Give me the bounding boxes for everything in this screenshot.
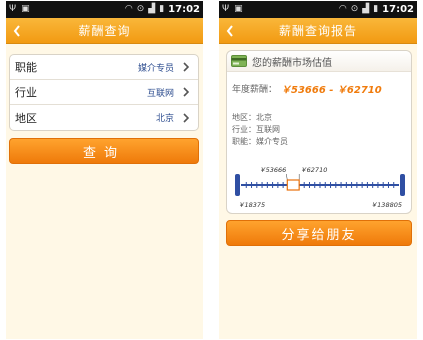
position-row[interactable]: 职能 媒介专员 bbox=[10, 55, 198, 80]
signal-icon: ▟ bbox=[362, 4, 370, 14]
scale-min-label: ￥18375 bbox=[238, 201, 265, 209]
back-button[interactable] bbox=[10, 18, 24, 44]
report-card: 您的薪酬市场估值 年度薪酬： ￥53666 - ￥62710 地区：北京 行业：… bbox=[226, 50, 412, 214]
card-icon bbox=[231, 55, 247, 67]
query-button[interactable]: 查询 bbox=[9, 138, 199, 164]
alarm-icon: ⊙ bbox=[136, 4, 145, 14]
region-label: 地区 bbox=[15, 111, 37, 125]
clock: 17:02 bbox=[382, 4, 414, 15]
report-card-header: 您的薪酬市场估值 bbox=[227, 51, 411, 72]
position-label: 职能 bbox=[15, 61, 37, 74]
battery-icon: ▮ bbox=[373, 4, 379, 14]
status-bar: Ψ ▣ ◠ ⊙ ▟ ▮ 17:02 bbox=[219, 1, 417, 18]
annual-salary-range: ￥53666 - ￥62710 bbox=[281, 85, 382, 96]
region-value: 北京 bbox=[155, 114, 174, 124]
share-button[interactable]: 分享给朋友 bbox=[226, 220, 412, 246]
chevron-right-icon bbox=[180, 61, 192, 73]
low-leader-line bbox=[286, 173, 288, 181]
usb-icon: Ψ bbox=[222, 4, 230, 14]
scale-low-label: ￥53666 bbox=[259, 166, 286, 174]
annual-salary: 年度薪酬： ￥53666 - ￥62710 bbox=[232, 81, 382, 96]
query-form: 职能 媒介专员 行业 互联网 地区 北京 bbox=[9, 54, 199, 131]
wifi-icon: ◠ bbox=[124, 4, 133, 14]
page-title: 薪酬查询 bbox=[78, 24, 131, 38]
chevron-left-icon bbox=[226, 25, 233, 37]
usb-icon: Ψ bbox=[9, 4, 17, 14]
scale-track bbox=[235, 173, 405, 196]
position-value: 媒介专员 bbox=[137, 63, 174, 74]
report-card-title: 您的薪酬市场估值 bbox=[252, 57, 332, 69]
annual-salary-label: 年度薪酬： bbox=[232, 85, 278, 95]
android-icon: ▣ bbox=[21, 4, 30, 14]
industry-value: 互联网 bbox=[146, 88, 174, 99]
region-detail: 地区：北京 bbox=[232, 113, 272, 122]
wifi-icon: ◠ bbox=[338, 4, 347, 14]
title-bar: 薪酬查询 bbox=[6, 18, 203, 44]
salary-query-screen: Ψ ▣ ◠ ⊙ ▟ ▮ 17:02 薪酬查询 职能 媒介专员 行业 互联网 地区 bbox=[6, 1, 203, 339]
industry-row[interactable]: 行业 互联网 bbox=[10, 80, 198, 105]
industry-detail: 行业：互联网 bbox=[232, 125, 280, 134]
page-title: 薪酬查询报告 bbox=[278, 24, 357, 38]
battery-icon: ▮ bbox=[159, 4, 165, 14]
salary-range-marker bbox=[286, 179, 300, 191]
back-button[interactable] bbox=[223, 18, 237, 44]
industry-label: 行业 bbox=[15, 86, 37, 99]
chevron-right-icon bbox=[180, 86, 192, 98]
scale-left-cap bbox=[235, 174, 240, 196]
salary-report-screen: Ψ ▣ ◠ ⊙ ▟ ▮ 17:02 薪酬查询报告 您的薪酬市场估值 年度薪酬： bbox=[219, 1, 417, 339]
alarm-icon: ⊙ bbox=[350, 4, 359, 14]
region-row[interactable]: 地区 北京 bbox=[10, 105, 198, 130]
status-bar: Ψ ▣ ◠ ⊙ ▟ ▮ 17:02 bbox=[6, 1, 203, 18]
position-detail: 职能：媒介专员 bbox=[232, 137, 288, 146]
scale-right-cap bbox=[400, 174, 405, 196]
clock: 17:02 bbox=[168, 4, 200, 15]
report-details: 地区：北京 行业：互联网 职能：媒介专员 bbox=[232, 112, 288, 148]
title-bar: 薪酬查询报告 bbox=[219, 18, 417, 44]
chevron-left-icon bbox=[13, 25, 20, 37]
android-icon: ▣ bbox=[234, 4, 243, 14]
scale-high-label: ￥62710 bbox=[300, 166, 327, 174]
salary-range-scale: ￥53666 ￥62710 ￥18375 ￥138805 bbox=[235, 166, 405, 209]
signal-icon: ▟ bbox=[148, 4, 156, 14]
chevron-right-icon bbox=[180, 112, 192, 124]
scale-max-label: ￥138805 bbox=[371, 201, 402, 209]
